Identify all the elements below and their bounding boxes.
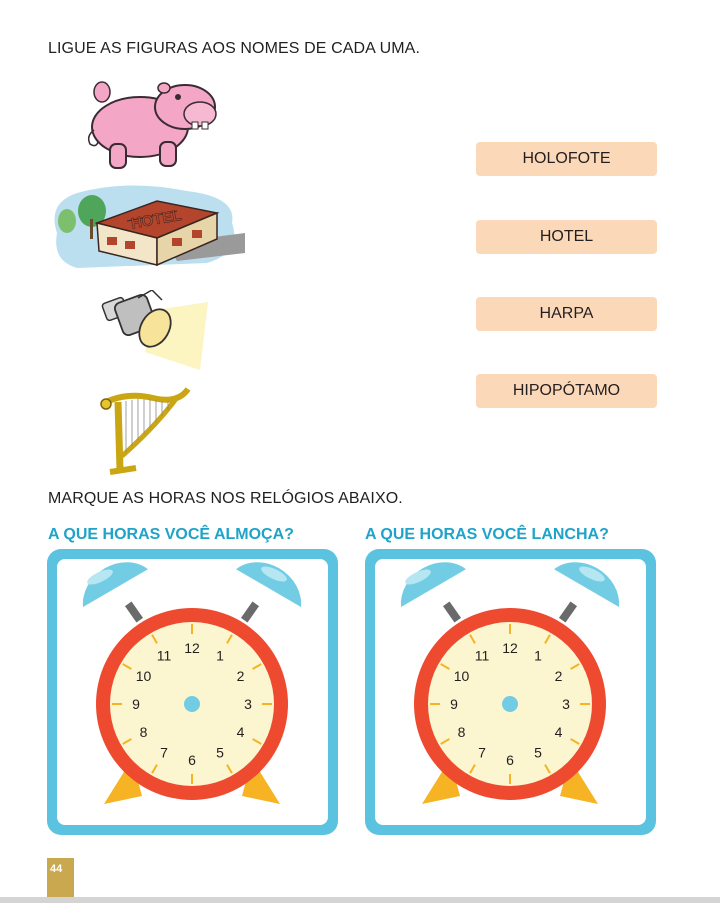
hotel-picture: HOTEL bbox=[47, 183, 245, 273]
clock-number: 2 bbox=[237, 668, 245, 684]
clock-center bbox=[502, 696, 518, 712]
clock-number: 9 bbox=[450, 696, 458, 712]
word-box-harpa[interactable]: HARPA bbox=[476, 297, 657, 331]
hippo-picture bbox=[80, 72, 220, 174]
clock-number: 12 bbox=[184, 640, 200, 656]
clock-number: 4 bbox=[555, 724, 563, 740]
left-bell-post bbox=[124, 601, 144, 623]
harp-picture bbox=[98, 384, 194, 479]
lunch-question: A QUE HORAS VOCÊ ALMOÇA? bbox=[48, 526, 294, 543]
clock-number: 5 bbox=[534, 744, 542, 760]
clock-number: 9 bbox=[132, 696, 140, 712]
clock-number: 7 bbox=[478, 744, 486, 760]
clock-number: 10 bbox=[454, 668, 470, 684]
word-box-holofote[interactable]: HOLOFOTE bbox=[476, 142, 657, 176]
match-instruction: LIGUE AS FIGURAS AOS NOMES DE CADA UMA. bbox=[48, 40, 420, 57]
snack-question: A QUE HORAS VOCÊ LANCHA? bbox=[365, 526, 609, 543]
page-number: 44 bbox=[50, 863, 63, 875]
bottom-divider bbox=[0, 897, 720, 903]
clock-number: 11 bbox=[157, 648, 172, 664]
spotlight-picture bbox=[100, 289, 210, 370]
clock-number: 10 bbox=[136, 668, 152, 684]
lunch-clock-panel: 12 1 2 3 4 5 6 7 8 9 10 11 bbox=[47, 549, 338, 835]
clock-number: 5 bbox=[216, 744, 224, 760]
snack-clock[interactable]: 12 12 3 45 6 789 10 11 bbox=[365, 549, 656, 835]
spotlight-icon bbox=[101, 289, 208, 370]
right-bell-post bbox=[558, 601, 578, 623]
lunch-clock[interactable]: 12 12 3 45 6 789 10 11 bbox=[47, 549, 338, 835]
hotel-icon: HOTEL bbox=[54, 185, 245, 268]
clock-number: 4 bbox=[237, 724, 245, 740]
left-bell-post bbox=[442, 601, 462, 623]
clock-center bbox=[184, 696, 200, 712]
clock-instruction: MARQUE AS HORAS NOS RELÓGIOS ABAIXO. bbox=[48, 490, 403, 507]
harp-icon bbox=[100, 387, 191, 475]
clock-number: 7 bbox=[160, 744, 168, 760]
clock-number: 11 bbox=[475, 648, 490, 664]
clock-number: 6 bbox=[506, 752, 514, 768]
hippo-icon bbox=[87, 81, 217, 169]
clock-number: 1 bbox=[534, 648, 542, 664]
snack-clock-panel: 12 1 2 3 4 5 6 7 8 9 10 11 bbox=[365, 549, 656, 835]
clock-number: 6 bbox=[188, 752, 196, 768]
clock-number: 3 bbox=[562, 696, 570, 712]
word-box-hipopotamo[interactable]: HIPOPÓTAMO bbox=[476, 374, 657, 408]
clock-number: 2 bbox=[555, 668, 563, 684]
right-bell-post bbox=[240, 601, 260, 623]
clock-number: 8 bbox=[140, 724, 148, 740]
clock-number: 1 bbox=[216, 648, 224, 664]
word-box-hotel[interactable]: HOTEL bbox=[476, 220, 657, 254]
clock-number: 3 bbox=[244, 696, 252, 712]
clock-number: 12 bbox=[502, 640, 518, 656]
clock-number: 8 bbox=[458, 724, 466, 740]
